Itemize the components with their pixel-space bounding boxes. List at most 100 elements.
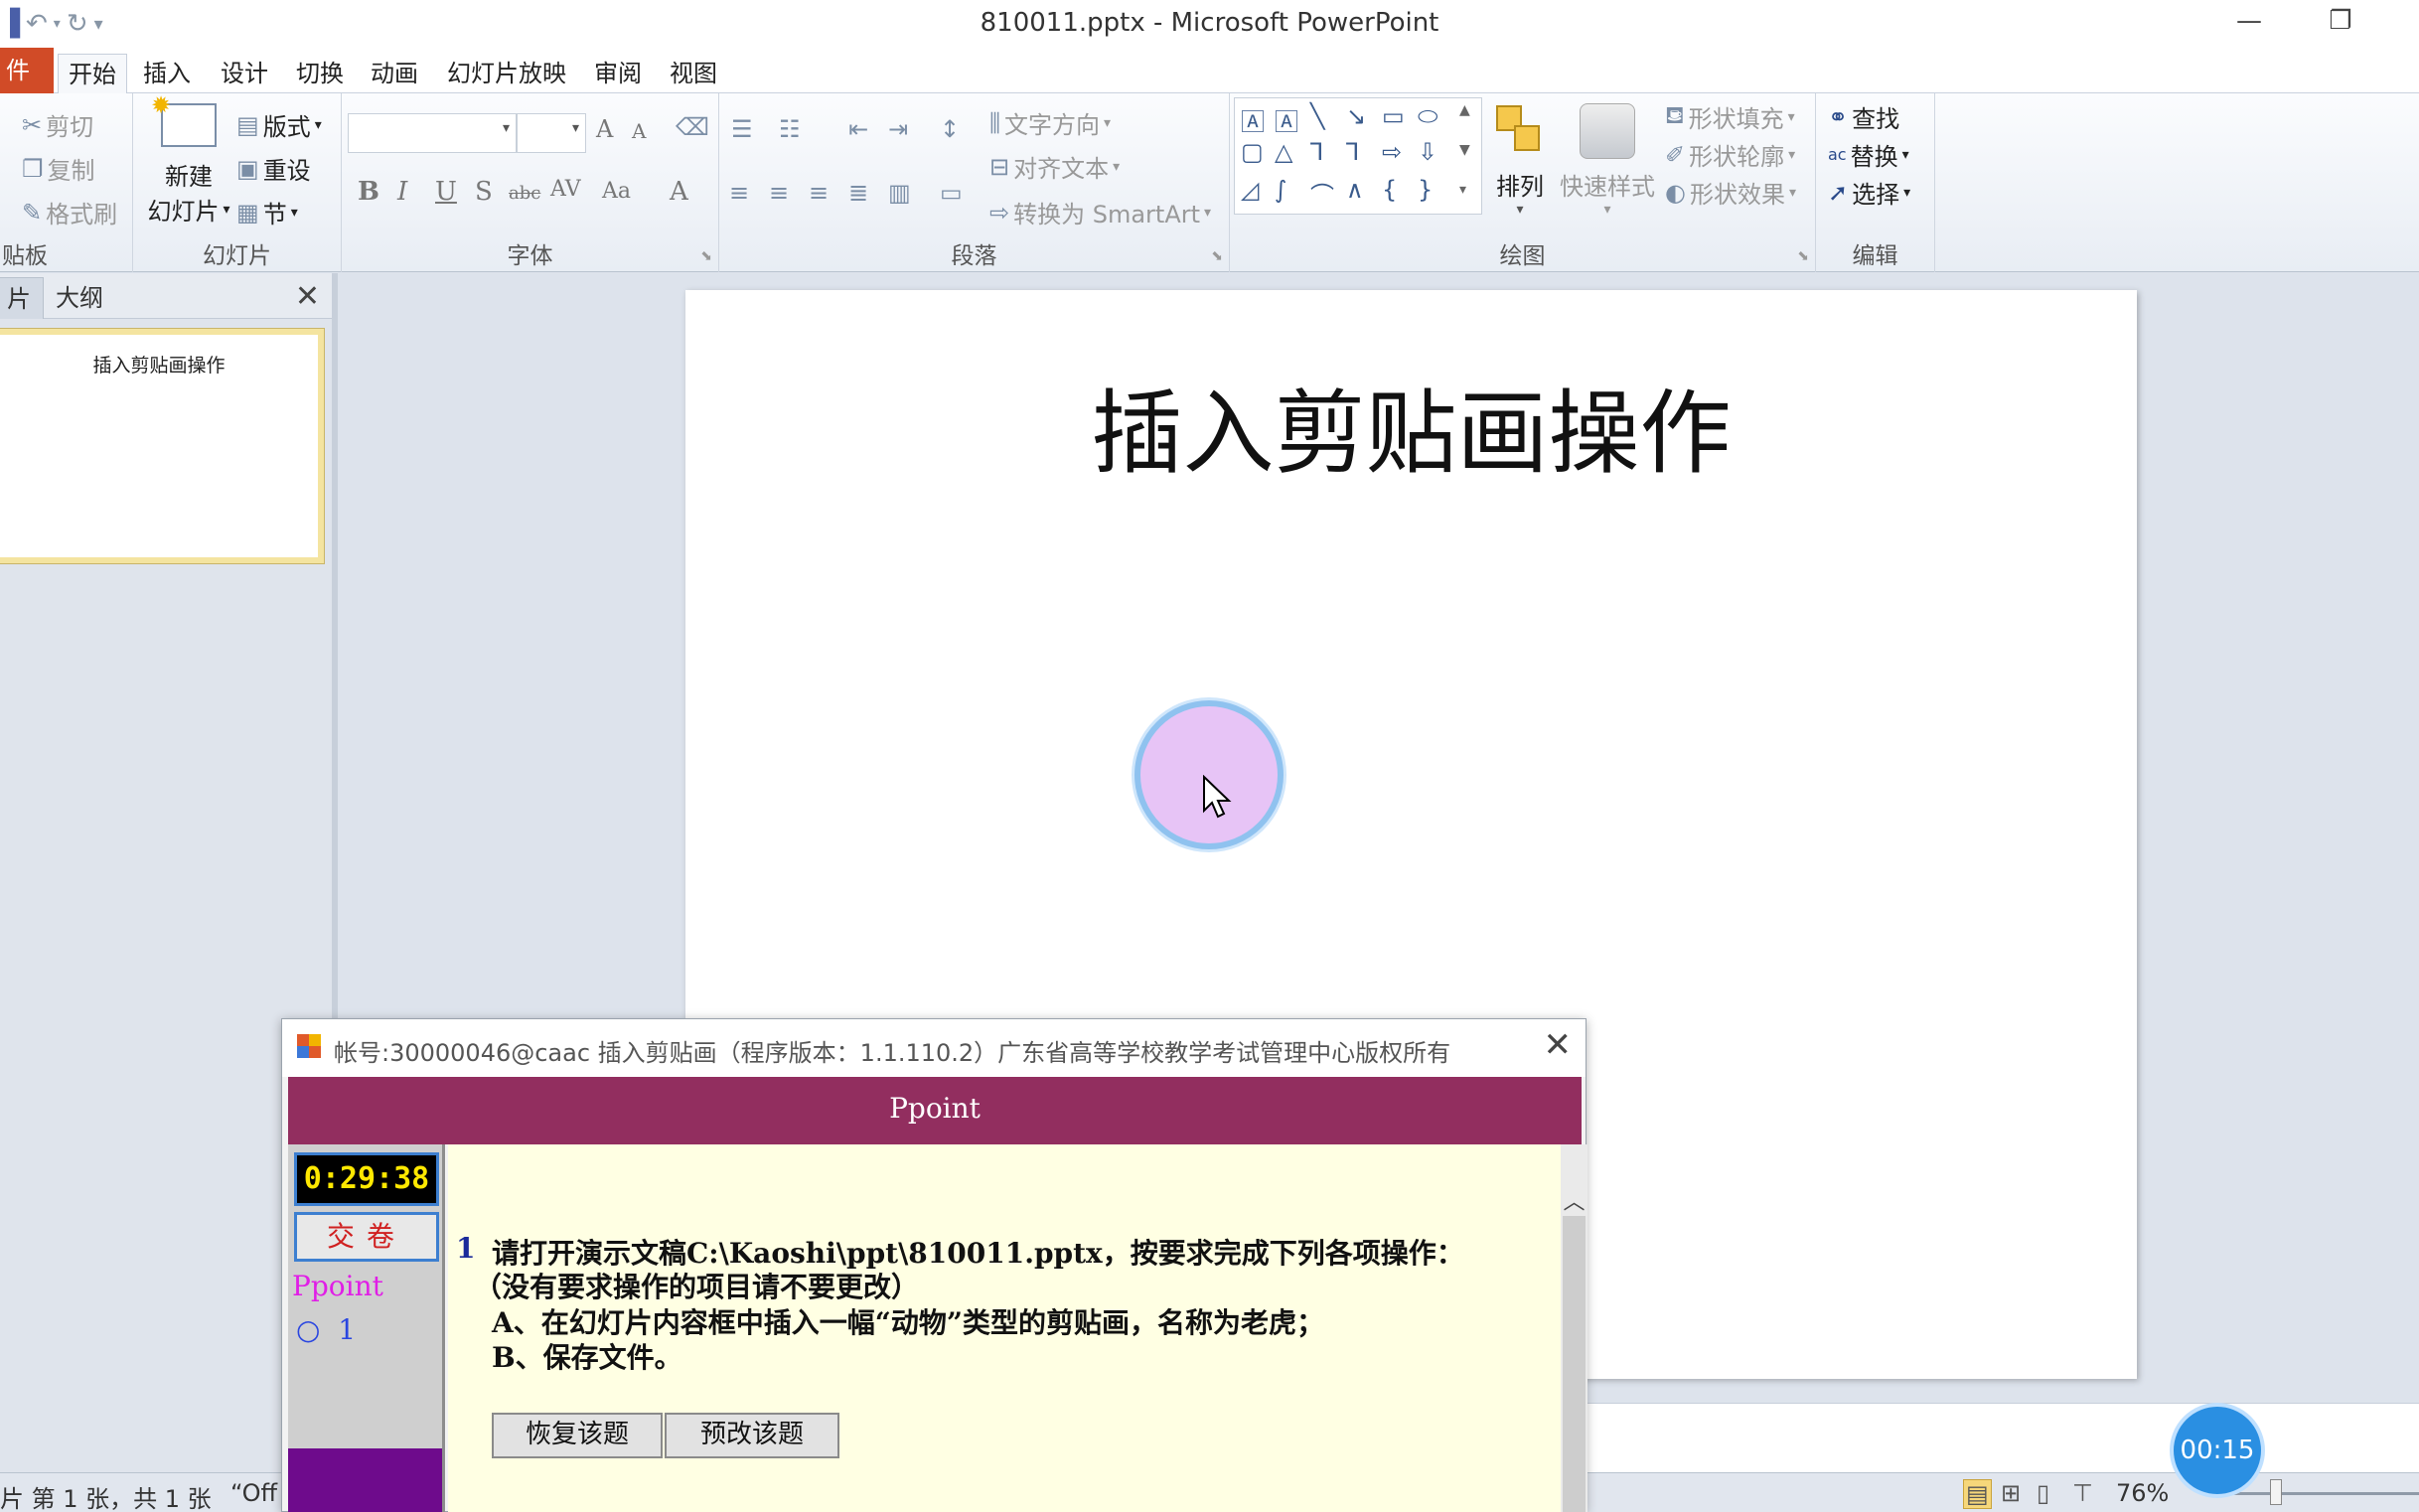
font-size-combo[interactable]: ▾ <box>517 113 586 153</box>
restore-button[interactable]: ❐ <box>2311 6 2370 42</box>
tab-design[interactable]: 设计 <box>221 54 268 93</box>
line-spacing-button[interactable]: ↕ <box>940 115 960 143</box>
scroll-up-icon[interactable]: ︿ <box>1561 1184 1587 1215</box>
paragraph-border-button[interactable]: ▭ <box>940 179 963 207</box>
numbering-button[interactable]: ☷ <box>779 115 801 143</box>
triangle-shape-icon[interactable]: △ <box>1275 138 1292 166</box>
text-direction-icon: ⫼ <box>989 108 1001 137</box>
underline-button[interactable]: U <box>435 177 457 207</box>
font-name-combo[interactable]: ▾ <box>348 113 517 153</box>
shadow-button[interactable]: S <box>475 177 493 207</box>
decrease-indent-button[interactable]: ⇤ <box>848 115 868 143</box>
restore-question-button[interactable]: 恢复该题 <box>492 1413 663 1458</box>
slide-sorter-icon[interactable]: ⊞ <box>2001 1479 2021 1507</box>
notes-pane[interactable] <box>1586 1403 2419 1472</box>
preview-question-button[interactable]: 预改该题 <box>665 1413 839 1458</box>
columns-button[interactable]: ▥ <box>888 179 911 207</box>
gallery-more-icon[interactable]: ▾ <box>1459 182 1466 198</box>
paragraph-dialog-launcher-icon[interactable]: ⬊ <box>1211 248 1223 264</box>
slide-thumbnail[interactable]: 插入剪贴画操作 <box>0 328 325 564</box>
vertical-textbox-shape-icon[interactable]: 🄰 <box>1275 102 1298 137</box>
align-text-button[interactable]: ⊟ 对齐文本 ▾ <box>989 149 1120 184</box>
gallery-scroll-up-icon[interactable]: ▲ <box>1459 102 1470 118</box>
smartart-button[interactable]: ⇨ 转换为 SmartArt ▾ <box>989 195 1211 229</box>
slide-title[interactable]: 插入剪贴画操作 <box>685 360 2137 492</box>
tab-file[interactable]: 件 <box>0 48 54 93</box>
dialog-close-icon[interactable]: ✕ <box>1544 1025 1573 1065</box>
justify-button[interactable]: ≣ <box>848 179 868 207</box>
rectangle-shape-icon[interactable]: ▭ <box>1382 102 1405 130</box>
down-arrow-shape-icon[interactable]: ⇩ <box>1418 138 1437 166</box>
clear-format-icon[interactable]: ⌫ <box>676 113 709 141</box>
text-direction-button[interactable]: ⫼ 文字方向 ▾ <box>989 105 1111 140</box>
select-button[interactable]: ➚ 选择 ▾ <box>1828 175 1910 210</box>
align-right-button[interactable]: ≡ <box>809 179 829 207</box>
tab-home[interactable]: 开始 <box>58 54 127 93</box>
left-brace-shape-icon[interactable]: { <box>1382 176 1397 204</box>
replace-button[interactable]: ac 替换 ▾ <box>1828 137 1909 172</box>
tab-slideshow[interactable]: 幻灯片放映 <box>447 54 566 93</box>
scribble-shape-icon[interactable]: ∫ <box>1275 176 1287 204</box>
effects-icon: ◐ <box>1665 178 1686 207</box>
new-slide-button[interactable]: ✹ 新建 幻灯片 ▾ <box>139 91 238 240</box>
reading-view-icon[interactable]: ▯ <box>2037 1479 2049 1507</box>
tab-insert[interactable]: 插入 <box>143 54 191 93</box>
slideshow-icon[interactable]: ⊤ <box>2072 1479 2093 1507</box>
shapes-gallery[interactable]: 🄰 🄰 ╲ ↘ ▭ ⬭ ▢ △ ⅂ ⅂ ⇨ ⇩ ◿ ∫ ⌒ ∧ { } ▲ ▼ … <box>1234 97 1482 215</box>
grow-font-button[interactable]: A <box>596 115 613 143</box>
tab-transitions[interactable]: 切换 <box>296 54 344 93</box>
quick-styles-button[interactable]: 快速样式 ▾ <box>1560 101 1655 240</box>
tab-outline-pane[interactable]: 大纲 <box>44 277 115 319</box>
question-scrollbar[interactable]: ︿ <box>1561 1144 1587 1512</box>
tab-review[interactable]: 审阅 <box>594 54 642 93</box>
scrollbar-thumb[interactable] <box>1563 1216 1586 1512</box>
shrink-font-button[interactable]: A <box>632 119 646 143</box>
change-case-button[interactable]: Aa <box>602 179 631 204</box>
arrange-button[interactable]: 排列 ▾ <box>1488 101 1552 240</box>
increase-indent-button[interactable]: ⇥ <box>888 115 908 143</box>
shape-effects-button[interactable]: ◐ 形状效果 ▾ <box>1665 175 1796 210</box>
align-center-button[interactable]: ≡ <box>769 179 789 207</box>
italic-button[interactable]: I <box>397 177 407 207</box>
align-left-button[interactable]: ≡ <box>729 179 749 207</box>
arrow-line-shape-icon[interactable]: ↘ <box>1346 102 1366 130</box>
bold-button[interactable]: B <box>358 177 379 207</box>
bullets-button[interactable]: ☰ <box>731 115 753 143</box>
tab-slides-pane[interactable]: 片 <box>0 277 44 319</box>
submit-exam-button[interactable]: 交卷 <box>294 1212 439 1262</box>
arc-shape-icon[interactable]: ⌒ <box>1310 176 1334 211</box>
layout-button[interactable]: ▤ 版式 ▾ <box>236 107 322 142</box>
minimize-button[interactable]: — <box>2219 6 2279 42</box>
tab-animations[interactable]: 动画 <box>371 54 418 93</box>
gallery-scroll-down-icon[interactable]: ▼ <box>1459 142 1470 158</box>
freeform-shape-icon[interactable]: ◿ <box>1241 176 1259 204</box>
normal-view-icon[interactable]: ▤ <box>1963 1479 1992 1509</box>
right-arrow-shape-icon[interactable]: ⇨ <box>1382 138 1402 166</box>
shape-fill-button[interactable]: ⛾ 形状填充 ▾ <box>1665 99 1795 134</box>
strikethrough-button[interactable]: abc <box>509 183 540 204</box>
question-list-item[interactable]: ○ 1 <box>296 1313 356 1346</box>
find-button[interactable]: ⚭ 查找 <box>1828 99 1899 134</box>
close-pane-icon[interactable]: ✕ <box>295 279 320 314</box>
shape-outline-button[interactable]: ✐ 形状轮廓 ▾ <box>1665 137 1795 172</box>
line-shape-icon[interactable]: ╲ <box>1310 102 1324 130</box>
cut-button[interactable]: ✂ 剪切 <box>22 107 93 142</box>
section-button[interactable]: ▦ 节 ▾ <box>236 195 298 229</box>
drawing-dialog-launcher-icon[interactable]: ⬊ <box>1797 248 1809 264</box>
curve-shape-icon[interactable]: ∧ <box>1346 176 1364 204</box>
zoom-slider-handle[interactable] <box>2270 1479 2282 1505</box>
oval-shape-icon[interactable]: ⬭ <box>1418 102 1438 130</box>
font-dialog-launcher-icon[interactable]: ⬊ <box>700 248 712 264</box>
textbox-shape-icon[interactable]: 🄰 <box>1241 102 1265 137</box>
elbow-connector-shape-icon[interactable]: ⅂ <box>1310 138 1323 166</box>
tab-view[interactable]: 视图 <box>670 54 717 93</box>
reset-button[interactable]: ▣ 重设 <box>236 151 311 186</box>
elbow-arrow-shape-icon[interactable]: ⅂ <box>1346 138 1359 166</box>
zoom-level[interactable]: 76% <box>2116 1479 2169 1507</box>
right-brace-shape-icon[interactable]: } <box>1418 176 1433 204</box>
char-spacing-button[interactable]: AV <box>550 177 581 202</box>
format-painter-button[interactable]: ✎ 格式刷 <box>22 195 117 229</box>
copy-button[interactable]: ❐ 复制 <box>22 151 95 186</box>
font-color-button[interactable]: A <box>670 177 688 207</box>
rounded-rect-shape-icon[interactable]: ▢ <box>1241 138 1264 166</box>
